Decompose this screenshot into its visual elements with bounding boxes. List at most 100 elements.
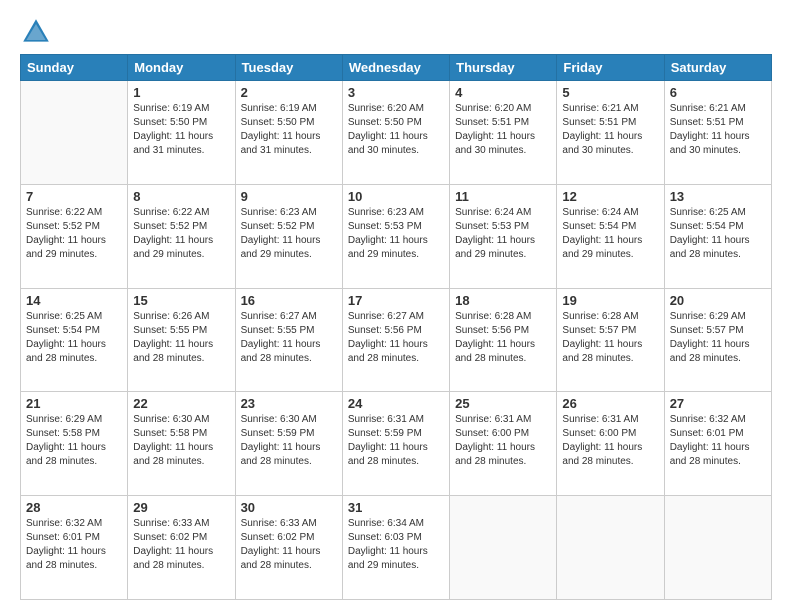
- calendar-table: SundayMondayTuesdayWednesdayThursdayFrid…: [20, 54, 772, 600]
- day-number: 29: [133, 500, 229, 515]
- logo: [20, 16, 56, 48]
- day-info: Sunrise: 6:19 AM Sunset: 5:50 PM Dayligh…: [133, 102, 229, 158]
- calendar-cell: 11 Sunrise: 6:24 AM Sunset: 5:53 PM Dayli…: [450, 184, 557, 288]
- page: SundayMondayTuesdayWednesdayThursdayFrid…: [0, 0, 792, 612]
- calendar-cell: 24 Sunrise: 6:31 AM Sunset: 5:59 PM Dayli…: [342, 392, 449, 496]
- day-number: 14: [26, 293, 122, 308]
- day-number: 6: [670, 85, 766, 100]
- day-info: Sunrise: 6:20 AM Sunset: 5:50 PM Dayligh…: [348, 102, 444, 158]
- calendar-cell: 13 Sunrise: 6:25 AM Sunset: 5:54 PM Dayli…: [664, 184, 771, 288]
- calendar-cell: 1 Sunrise: 6:19 AM Sunset: 5:50 PM Daylig…: [128, 81, 235, 185]
- day-info: Sunrise: 6:29 AM Sunset: 5:57 PM Dayligh…: [670, 310, 766, 366]
- calendar-cell: 9 Sunrise: 6:23 AM Sunset: 5:52 PM Daylig…: [235, 184, 342, 288]
- day-info: Sunrise: 6:19 AM Sunset: 5:50 PM Dayligh…: [241, 102, 337, 158]
- calendar-cell: 21 Sunrise: 6:29 AM Sunset: 5:58 PM Dayli…: [21, 392, 128, 496]
- day-number: 22: [133, 396, 229, 411]
- calendar-cell: 18 Sunrise: 6:28 AM Sunset: 5:56 PM Dayli…: [450, 288, 557, 392]
- day-info: Sunrise: 6:27 AM Sunset: 5:56 PM Dayligh…: [348, 310, 444, 366]
- calendar-cell: 27Sunrise: 6:32 AM Sunset: 6:01 PM Dayli…: [664, 392, 771, 496]
- day-number: 10: [348, 189, 444, 204]
- calendar-cell: 29 Sunrise: 6:33 AM Sunset: 6:02 PM Dayli…: [128, 496, 235, 600]
- day-info: Sunrise: 6:25 AM Sunset: 5:54 PM Dayligh…: [670, 206, 766, 262]
- calendar-header-row: SundayMondayTuesdayWednesdayThursdayFrid…: [21, 55, 772, 81]
- day-number: 7: [26, 189, 122, 204]
- calendar-cell: 22 Sunrise: 6:30 AM Sunset: 5:58 PM Dayli…: [128, 392, 235, 496]
- day-info: Sunrise: 6:29 AM Sunset: 5:58 PM Dayligh…: [26, 413, 122, 469]
- day-info: Sunrise: 6:22 AM Sunset: 5:52 PM Dayligh…: [133, 206, 229, 262]
- calendar-cell: 15 Sunrise: 6:26 AM Sunset: 5:55 PM Dayli…: [128, 288, 235, 392]
- day-info: Sunrise: 6:30 AM Sunset: 5:59 PM Dayligh…: [241, 413, 337, 469]
- day-number: 18: [455, 293, 551, 308]
- calendar-cell: [664, 496, 771, 600]
- day-info: Sunrise: 6:28 AM Sunset: 5:57 PM Dayligh…: [562, 310, 658, 366]
- calendar-cell: 31 Sunrise: 6:34 AM Sunset: 6:03 PM Dayli…: [342, 496, 449, 600]
- day-number: 16: [241, 293, 337, 308]
- day-number: 31: [348, 500, 444, 515]
- calendar-day-header: Sunday: [21, 55, 128, 81]
- calendar-cell: 12Sunrise: 6:24 AM Sunset: 5:54 PM Dayli…: [557, 184, 664, 288]
- day-number: 1: [133, 85, 229, 100]
- day-info: Sunrise: 6:30 AM Sunset: 5:58 PM Dayligh…: [133, 413, 229, 469]
- day-info: Sunrise: 6:20 AM Sunset: 5:51 PM Dayligh…: [455, 102, 551, 158]
- calendar-day-header: Monday: [128, 55, 235, 81]
- day-number: 21: [26, 396, 122, 411]
- calendar-cell: 3 Sunrise: 6:20 AM Sunset: 5:50 PM Daylig…: [342, 81, 449, 185]
- calendar-cell: 16Sunrise: 6:27 AM Sunset: 5:55 PM Dayli…: [235, 288, 342, 392]
- day-number: 24: [348, 396, 444, 411]
- calendar-cell: 23 Sunrise: 6:30 AM Sunset: 5:59 PM Dayli…: [235, 392, 342, 496]
- day-info: Sunrise: 6:21 AM Sunset: 5:51 PM Dayligh…: [670, 102, 766, 158]
- day-info: Sunrise: 6:33 AM Sunset: 6:02 PM Dayligh…: [133, 517, 229, 573]
- day-info: Sunrise: 6:23 AM Sunset: 5:52 PM Dayligh…: [241, 206, 337, 262]
- day-info: Sunrise: 6:32 AM Sunset: 6:01 PM Dayligh…: [26, 517, 122, 573]
- header: [20, 16, 772, 48]
- day-number: 13: [670, 189, 766, 204]
- calendar-week-row: 21 Sunrise: 6:29 AM Sunset: 5:58 PM Dayli…: [21, 392, 772, 496]
- calendar-cell: 10 Sunrise: 6:23 AM Sunset: 5:53 PM Dayli…: [342, 184, 449, 288]
- day-info: Sunrise: 6:31 AM Sunset: 5:59 PM Dayligh…: [348, 413, 444, 469]
- day-info: Sunrise: 6:24 AM Sunset: 5:54 PM Dayligh…: [562, 206, 658, 262]
- day-number: 27: [670, 396, 766, 411]
- calendar-cell: [450, 496, 557, 600]
- day-number: 28: [26, 500, 122, 515]
- day-info: Sunrise: 6:31 AM Sunset: 6:00 PM Dayligh…: [562, 413, 658, 469]
- calendar-week-row: 1 Sunrise: 6:19 AM Sunset: 5:50 PM Daylig…: [21, 81, 772, 185]
- day-number: 20: [670, 293, 766, 308]
- calendar-day-header: Thursday: [450, 55, 557, 81]
- calendar-cell: 30 Sunrise: 6:33 AM Sunset: 6:02 PM Dayli…: [235, 496, 342, 600]
- day-number: 15: [133, 293, 229, 308]
- day-number: 5: [562, 85, 658, 100]
- calendar-cell: 7 Sunrise: 6:22 AM Sunset: 5:52 PM Daylig…: [21, 184, 128, 288]
- calendar-day-header: Friday: [557, 55, 664, 81]
- day-info: Sunrise: 6:26 AM Sunset: 5:55 PM Dayligh…: [133, 310, 229, 366]
- day-info: Sunrise: 6:21 AM Sunset: 5:51 PM Dayligh…: [562, 102, 658, 158]
- calendar-cell: 8 Sunrise: 6:22 AM Sunset: 5:52 PM Daylig…: [128, 184, 235, 288]
- calendar-day-header: Tuesday: [235, 55, 342, 81]
- day-number: 11: [455, 189, 551, 204]
- day-info: Sunrise: 6:23 AM Sunset: 5:53 PM Dayligh…: [348, 206, 444, 262]
- calendar-cell: 4Sunrise: 6:20 AM Sunset: 5:51 PM Daylig…: [450, 81, 557, 185]
- day-info: Sunrise: 6:22 AM Sunset: 5:52 PM Dayligh…: [26, 206, 122, 262]
- day-number: 3: [348, 85, 444, 100]
- day-info: Sunrise: 6:25 AM Sunset: 5:54 PM Dayligh…: [26, 310, 122, 366]
- day-number: 19: [562, 293, 658, 308]
- day-info: Sunrise: 6:28 AM Sunset: 5:56 PM Dayligh…: [455, 310, 551, 366]
- day-info: Sunrise: 6:33 AM Sunset: 6:02 PM Dayligh…: [241, 517, 337, 573]
- calendar-cell: [21, 81, 128, 185]
- day-number: 8: [133, 189, 229, 204]
- logo-icon: [20, 16, 52, 48]
- day-info: Sunrise: 6:34 AM Sunset: 6:03 PM Dayligh…: [348, 517, 444, 573]
- day-number: 9: [241, 189, 337, 204]
- day-number: 2: [241, 85, 337, 100]
- calendar-cell: 26Sunrise: 6:31 AM Sunset: 6:00 PM Dayli…: [557, 392, 664, 496]
- calendar-cell: 28 Sunrise: 6:32 AM Sunset: 6:01 PM Dayli…: [21, 496, 128, 600]
- calendar-week-row: 14 Sunrise: 6:25 AM Sunset: 5:54 PM Dayli…: [21, 288, 772, 392]
- day-info: Sunrise: 6:31 AM Sunset: 6:00 PM Dayligh…: [455, 413, 551, 469]
- day-info: Sunrise: 6:24 AM Sunset: 5:53 PM Dayligh…: [455, 206, 551, 262]
- calendar-week-row: 7 Sunrise: 6:22 AM Sunset: 5:52 PM Daylig…: [21, 184, 772, 288]
- day-number: 30: [241, 500, 337, 515]
- calendar-day-header: Saturday: [664, 55, 771, 81]
- day-number: 23: [241, 396, 337, 411]
- calendar-cell: 2 Sunrise: 6:19 AM Sunset: 5:50 PM Daylig…: [235, 81, 342, 185]
- calendar-week-row: 28 Sunrise: 6:32 AM Sunset: 6:01 PM Dayli…: [21, 496, 772, 600]
- day-number: 17: [348, 293, 444, 308]
